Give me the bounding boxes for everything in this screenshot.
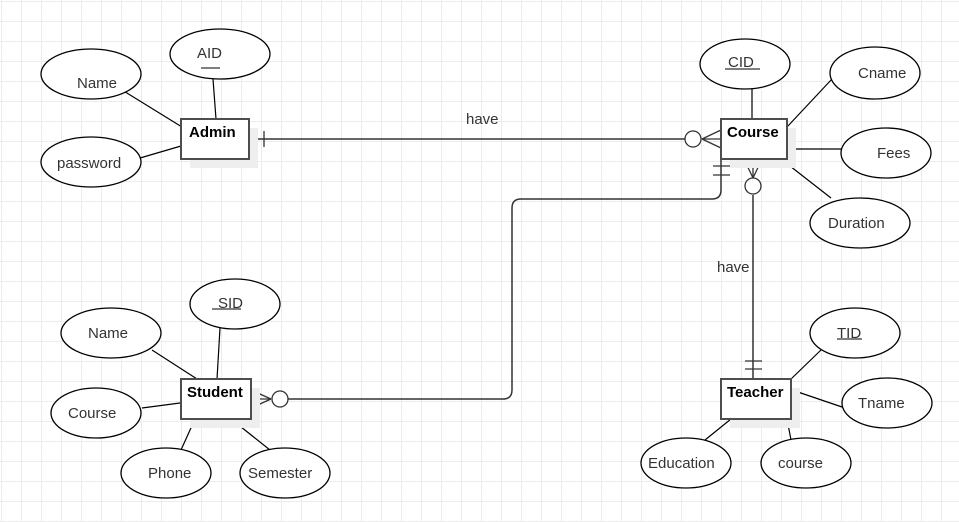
entity-admin[interactable]: Admin [180,118,258,168]
connector-admin-name [121,89,183,128]
attribute-admin-name[interactable]: Name [40,48,142,100]
diagram-canvas: have have Admin Course Student Teacher A… [0,0,959,522]
relationship-course-student[interactable] [250,159,730,409]
relationship-line[interactable] [288,159,722,400]
crow-foot-line [701,138,722,149]
attribute-course-cname[interactable]: Cname [829,46,921,100]
attribute-label: Tname [858,395,905,412]
attribute-label: Education [648,455,715,472]
attribute-label: course [778,455,823,472]
entity-teacher[interactable]: Teacher [720,378,800,428]
attribute-course-duration[interactable]: Duration [809,197,911,249]
connector-admin-password [139,145,182,159]
attribute-label: Name [77,75,117,92]
connector-student-course [141,402,181,409]
attribute-course-cid[interactable]: CID [699,38,791,90]
attribute-teacher-education[interactable]: Education [640,437,732,489]
attribute-label: Semester [248,465,312,482]
attribute-student-sid[interactable]: SID [189,278,281,330]
attribute-label: Duration [828,215,885,232]
relationship-label: have [466,111,499,128]
entity-course[interactable]: Course [720,118,796,168]
relationship-label: have [717,259,750,276]
attribute-label: AID [197,45,222,62]
attribute-label: Name [88,325,128,342]
entity-label: Teacher [727,384,784,401]
attribute-label: password [57,155,121,172]
connector-course-cname [786,78,833,128]
attribute-label: Cname [858,65,906,82]
attribute-label: Phone [148,465,191,482]
connector-student-sid [216,327,221,380]
attribute-admin-aid[interactable]: AID [169,28,271,80]
attribute-teacher-course[interactable]: course [760,437,852,489]
attribute-student-name[interactable]: Name [60,307,162,359]
attribute-course-fees[interactable]: Fees [840,127,932,179]
cardinality-zero-circle [271,390,289,408]
connector-admin-aid [212,78,217,120]
entity-student[interactable]: Student [180,378,260,428]
entity-label: Admin [189,124,236,141]
attribute-student-semester[interactable]: Semester [239,447,331,499]
attribute-label: Fees [877,145,910,162]
entity-label: Course [727,124,779,141]
relationship-admin-course[interactable]: have [250,111,722,149]
er-diagram: have have Admin Course Student Teacher A… [40,28,933,499]
relationship-course-teacher[interactable]: have [717,158,763,379]
attribute-student-course[interactable]: Course [50,387,142,439]
connector-teacher-education [704,418,732,441]
connector-teacher-tid [789,349,822,381]
attribute-label: Course [68,405,116,422]
attribute-teacher-tname[interactable]: Tname [841,377,933,429]
attribute-teacher-tid[interactable]: TID [809,307,901,359]
attribute-student-phone[interactable]: Phone [120,447,212,499]
cardinality-zero-circle [744,177,762,195]
attribute-admin-password[interactable]: password [40,136,142,188]
connector-student-name [151,349,198,380]
crow-foot-line [701,129,722,140]
cardinality-zero-circle [684,130,702,148]
entity-label: Student [187,384,243,401]
